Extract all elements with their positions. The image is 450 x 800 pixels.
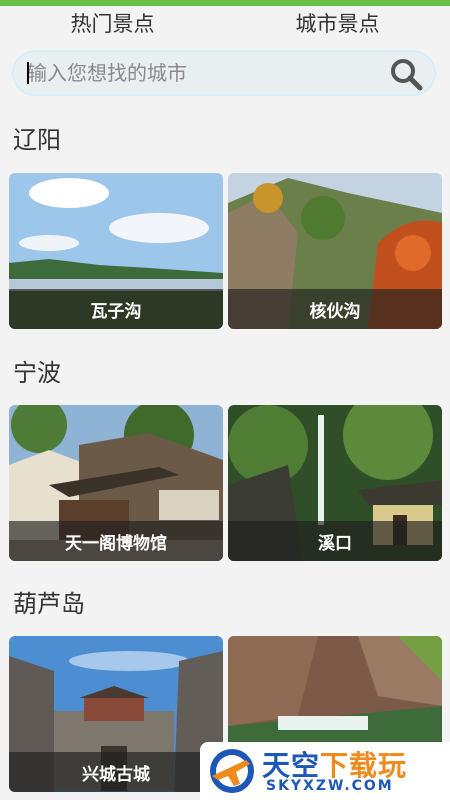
- section-title-ningbo: 宁波: [13, 359, 61, 387]
- text-cursor: [27, 62, 29, 84]
- search-icon[interactable]: [389, 57, 423, 91]
- airplane-logo-icon: [210, 749, 254, 793]
- spot-name: 兴城古城: [9, 752, 223, 792]
- tab-hot-spots[interactable]: 热门景点: [0, 6, 225, 40]
- section-title-liaoyang: 辽阳: [13, 126, 61, 154]
- tab-city-spots[interactable]: 城市景点: [225, 6, 450, 40]
- search-bar: [12, 50, 436, 96]
- spot-name: 天一阁博物馆: [9, 521, 223, 561]
- spot-card-xikou[interactable]: 溪口: [228, 405, 442, 561]
- section-title-huludao: 葫芦岛: [13, 590, 85, 618]
- spot-card-tianyige[interactable]: 天一阁博物馆: [9, 405, 223, 561]
- search-box: [15, 53, 433, 93]
- spot-name: 溪口: [228, 521, 442, 561]
- search-input[interactable]: [27, 53, 387, 93]
- spot-card-heihuogou[interactable]: 核伙沟: [228, 173, 442, 329]
- watermark-domain: SKYXZW.COM: [266, 778, 394, 794]
- spot-name: 瓦子沟: [9, 289, 223, 329]
- spot-name: 核伙沟: [228, 289, 442, 329]
- spot-card-wazigou[interactable]: 瓦子沟: [9, 173, 223, 329]
- tab-bar: 热门景点 城市景点: [0, 6, 450, 40]
- site-watermark: 天空下载玩 SKYXZW.COM: [200, 742, 450, 800]
- spot-card-xingcheng[interactable]: 兴城古城: [9, 636, 223, 792]
